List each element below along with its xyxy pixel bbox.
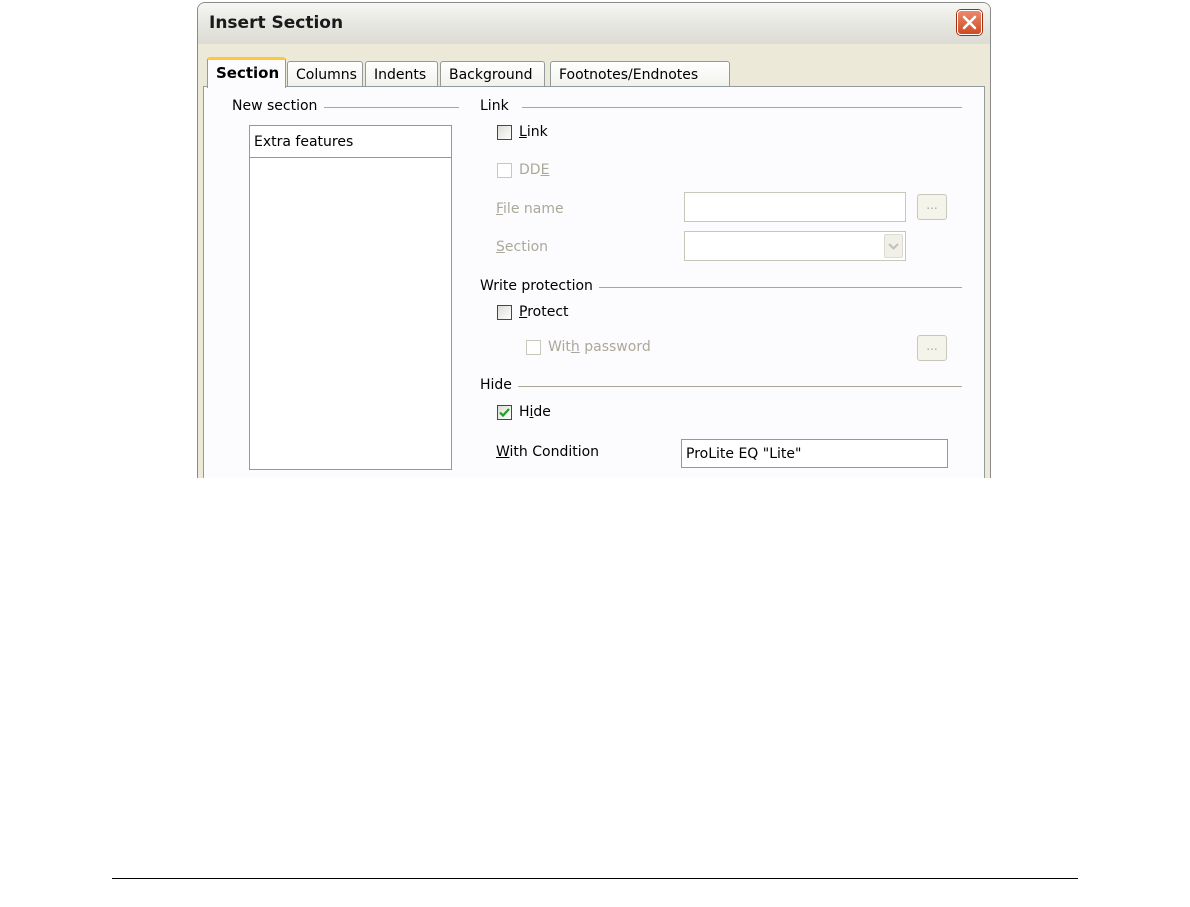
hide-group-label: Hide	[480, 377, 518, 393]
section-label: Section	[496, 239, 549, 255]
condition-input[interactable]	[681, 439, 948, 468]
password-button[interactable]: ...	[917, 335, 947, 361]
protect-checkbox[interactable]	[497, 305, 512, 320]
new-section-group-label: New section	[232, 98, 324, 114]
link-checkbox-label: Link	[519, 124, 548, 140]
with-condition-label: With Condition	[496, 444, 600, 460]
section-tab-panel: New section Link Link DDE File name ... …	[203, 86, 985, 478]
chevron-down-icon	[888, 243, 899, 250]
link-checkbox[interactable]	[497, 125, 512, 140]
file-name-label: File name	[496, 201, 564, 217]
dialog-title: Insert Section	[209, 13, 344, 33]
section-list[interactable]	[249, 157, 452, 470]
section-dropdown-button[interactable]	[884, 234, 903, 258]
link-group-label: Link	[480, 98, 515, 114]
section-name-input[interactable]	[249, 125, 452, 158]
write-protection-group-label: Write protection	[480, 278, 599, 294]
hide-checkbox[interactable]	[497, 405, 512, 420]
title-bar[interactable]: Insert Section	[198, 3, 990, 44]
hide-divider	[516, 386, 962, 387]
with-password-checkbox[interactable]	[526, 340, 541, 355]
file-browse-button[interactable]: ...	[917, 194, 947, 220]
insert-section-dialog: Insert Section Section Columns Indents B…	[197, 2, 991, 478]
tab-section[interactable]: Section	[207, 57, 286, 88]
tab-footnotes-endnotes[interactable]: Footnotes/Endnotes	[550, 61, 730, 87]
checkmark-icon	[499, 408, 510, 418]
with-password-label: With password	[548, 339, 651, 355]
page-footer-rule	[112, 878, 1078, 879]
new-section-divider	[324, 107, 459, 108]
close-icon	[962, 15, 977, 30]
hide-checkbox-label: Hide	[519, 404, 551, 420]
close-button[interactable]	[957, 10, 982, 35]
file-name-input[interactable]	[684, 192, 906, 222]
protect-checkbox-label: Protect	[519, 304, 569, 320]
write-protection-divider	[599, 287, 962, 288]
tab-indents[interactable]: Indents	[365, 61, 438, 87]
tab-background[interactable]: Background	[440, 61, 545, 87]
dde-checkbox[interactable]	[497, 163, 512, 178]
tab-columns[interactable]: Columns	[287, 61, 363, 87]
link-divider	[522, 107, 962, 108]
dde-checkbox-label: DDE	[519, 162, 550, 178]
section-dropdown[interactable]	[684, 231, 906, 261]
